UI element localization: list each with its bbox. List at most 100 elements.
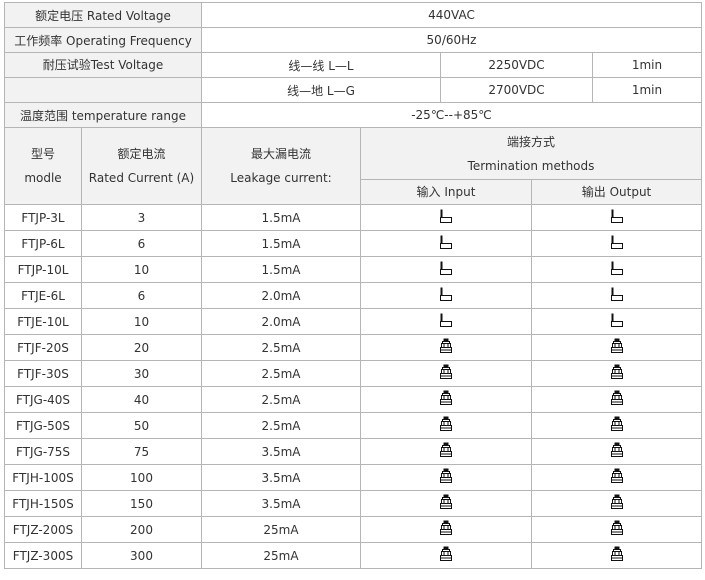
leakage-current-cell: 25mA bbox=[201, 516, 361, 543]
spec-table: 额定电压 Rated Voltage 440VAC 工作频率 Operating… bbox=[4, 2, 702, 569]
screw-terminal-icon bbox=[439, 364, 453, 383]
output-cell bbox=[531, 490, 702, 517]
input-header: 输入 Input bbox=[360, 179, 532, 205]
input-cell bbox=[360, 386, 532, 413]
rated-current-cell: 3 bbox=[81, 204, 202, 231]
model-cell: FTJH-100S bbox=[4, 464, 82, 491]
model-header: 型号 modle bbox=[4, 127, 82, 205]
rated-voltage-row: 额定电压 Rated Voltage 440VAC bbox=[4, 2, 702, 28]
input-cell bbox=[360, 490, 532, 517]
column-header-row: 型号 modle 额定电流 Rated Current (A) 最大漏电流 Le… bbox=[4, 127, 702, 205]
leakage-current-cell: 25mA bbox=[201, 542, 361, 569]
screw-terminal-icon bbox=[610, 520, 624, 539]
model-cell: FTJP-6L bbox=[4, 230, 82, 257]
output-cell bbox=[531, 542, 702, 569]
output-cell bbox=[531, 464, 702, 491]
input-cell bbox=[360, 516, 532, 543]
model-cell: FTJZ-200S bbox=[4, 516, 82, 543]
rated-current-cell: 10 bbox=[81, 256, 202, 283]
input-cell bbox=[360, 230, 532, 257]
solder-lug-icon bbox=[439, 312, 453, 331]
leakage-current-cell: 3.5mA bbox=[201, 464, 361, 491]
test-voltage-duration: 1min bbox=[592, 77, 702, 103]
input-cell bbox=[360, 256, 532, 283]
table-row: FTJF-30S 30 2.5mA bbox=[4, 360, 702, 387]
model-cell: FTJG-40S bbox=[4, 386, 82, 413]
temperature-range-row: 温度范围 temperature range -25℃--+85℃ bbox=[4, 102, 702, 128]
output-cell bbox=[531, 386, 702, 413]
rated-current-cell: 75 bbox=[81, 438, 202, 465]
table-row: FTJG-75S 75 3.5mA bbox=[4, 438, 702, 465]
output-cell bbox=[531, 230, 702, 257]
rated-current-cell: 10 bbox=[81, 308, 202, 335]
solder-lug-icon bbox=[439, 208, 453, 227]
rated-current-header: 额定电流 Rated Current (A) bbox=[81, 127, 202, 205]
screw-terminal-icon bbox=[439, 546, 453, 565]
termination-header: 端接方式 Termination methods bbox=[360, 127, 702, 180]
leakage-current-cell: 2.5mA bbox=[201, 412, 361, 439]
input-cell bbox=[360, 464, 532, 491]
test-voltage-duration: 1min bbox=[592, 52, 702, 78]
operating-frequency-row: 工作频率 Operating Frequency 50/60Hz bbox=[4, 27, 702, 53]
rated-current-cell: 40 bbox=[81, 386, 202, 413]
temperature-range-label: 温度范围 temperature range bbox=[4, 102, 202, 128]
model-cell: FTJE-10L bbox=[4, 308, 82, 335]
screw-terminal-icon bbox=[610, 338, 624, 357]
termination-header-en: Termination methods bbox=[467, 158, 595, 173]
solder-lug-icon bbox=[439, 260, 453, 279]
table-row: FTJZ-300S 300 25mA bbox=[4, 542, 702, 569]
model-cell: FTJG-75S bbox=[4, 438, 82, 465]
solder-lug-icon bbox=[439, 234, 453, 253]
model-cell: FTJF-20S bbox=[4, 334, 82, 361]
output-cell bbox=[531, 412, 702, 439]
model-cell: FTJH-150S bbox=[4, 490, 82, 517]
screw-terminal-icon bbox=[439, 520, 453, 539]
rated-current-cell: 300 bbox=[81, 542, 202, 569]
rated-current-cell: 6 bbox=[81, 282, 202, 309]
leakage-current-header-cn: 最大漏电流 bbox=[250, 147, 311, 161]
output-cell bbox=[531, 360, 702, 387]
leakage-current-header: 最大漏电流 Leakage current: bbox=[201, 127, 361, 205]
leakage-current-cell: 3.5mA bbox=[201, 438, 361, 465]
operating-frequency-label: 工作频率 Operating Frequency bbox=[4, 27, 202, 53]
leakage-current-cell: 3.5mA bbox=[201, 490, 361, 517]
model-cell: FTJP-10L bbox=[4, 256, 82, 283]
model-cell: FTJE-6L bbox=[4, 282, 82, 309]
solder-lug-icon bbox=[610, 208, 624, 227]
input-cell bbox=[360, 412, 532, 439]
rated-current-cell: 6 bbox=[81, 230, 202, 257]
rated-current-cell: 100 bbox=[81, 464, 202, 491]
rated-current-cell: 200 bbox=[81, 516, 202, 543]
screw-terminal-icon bbox=[610, 390, 624, 409]
temperature-range-value: -25℃--+85℃ bbox=[201, 102, 702, 128]
screw-terminal-icon bbox=[610, 416, 624, 435]
solder-lug-icon bbox=[439, 286, 453, 305]
model-cell: FTJF-30S bbox=[4, 360, 82, 387]
input-cell bbox=[360, 542, 532, 569]
solder-lug-icon bbox=[610, 260, 624, 279]
table-row: FTJP-6L 6 1.5mA bbox=[4, 230, 702, 257]
leakage-current-cell: 2.5mA bbox=[201, 360, 361, 387]
table-row: FTJG-50S 50 2.5mA bbox=[4, 412, 702, 439]
screw-terminal-icon bbox=[610, 494, 624, 513]
leakage-current-cell: 1.5mA bbox=[201, 256, 361, 283]
solder-lug-icon bbox=[610, 312, 624, 331]
screw-terminal-icon bbox=[610, 468, 624, 487]
test-voltage-label-cont bbox=[4, 77, 202, 103]
test-voltage-row-lg: 线—地 L—G 2700VDC 1min bbox=[4, 77, 702, 103]
screw-terminal-icon bbox=[439, 338, 453, 357]
output-cell bbox=[531, 308, 702, 335]
screw-terminal-icon bbox=[439, 494, 453, 513]
input-cell bbox=[360, 360, 532, 387]
rated-current-header-en: Rated Current (A) bbox=[88, 171, 195, 185]
screw-terminal-icon bbox=[439, 416, 453, 435]
screw-terminal-icon bbox=[610, 364, 624, 383]
leakage-current-cell: 2.0mA bbox=[201, 308, 361, 335]
leakage-current-header-en: Leakage current: bbox=[230, 171, 332, 185]
leakage-current-cell: 1.5mA bbox=[201, 204, 361, 231]
test-voltage-value: 2700VDC bbox=[440, 77, 593, 103]
table-row: FTJG-40S 40 2.5mA bbox=[4, 386, 702, 413]
table-row: FTJH-150S 150 3.5mA bbox=[4, 490, 702, 517]
leakage-current-cell: 2.5mA bbox=[201, 386, 361, 413]
test-voltage-row-ll: 耐压试验Test Voltage 线—线 L—L 2250VDC 1min bbox=[4, 52, 702, 78]
